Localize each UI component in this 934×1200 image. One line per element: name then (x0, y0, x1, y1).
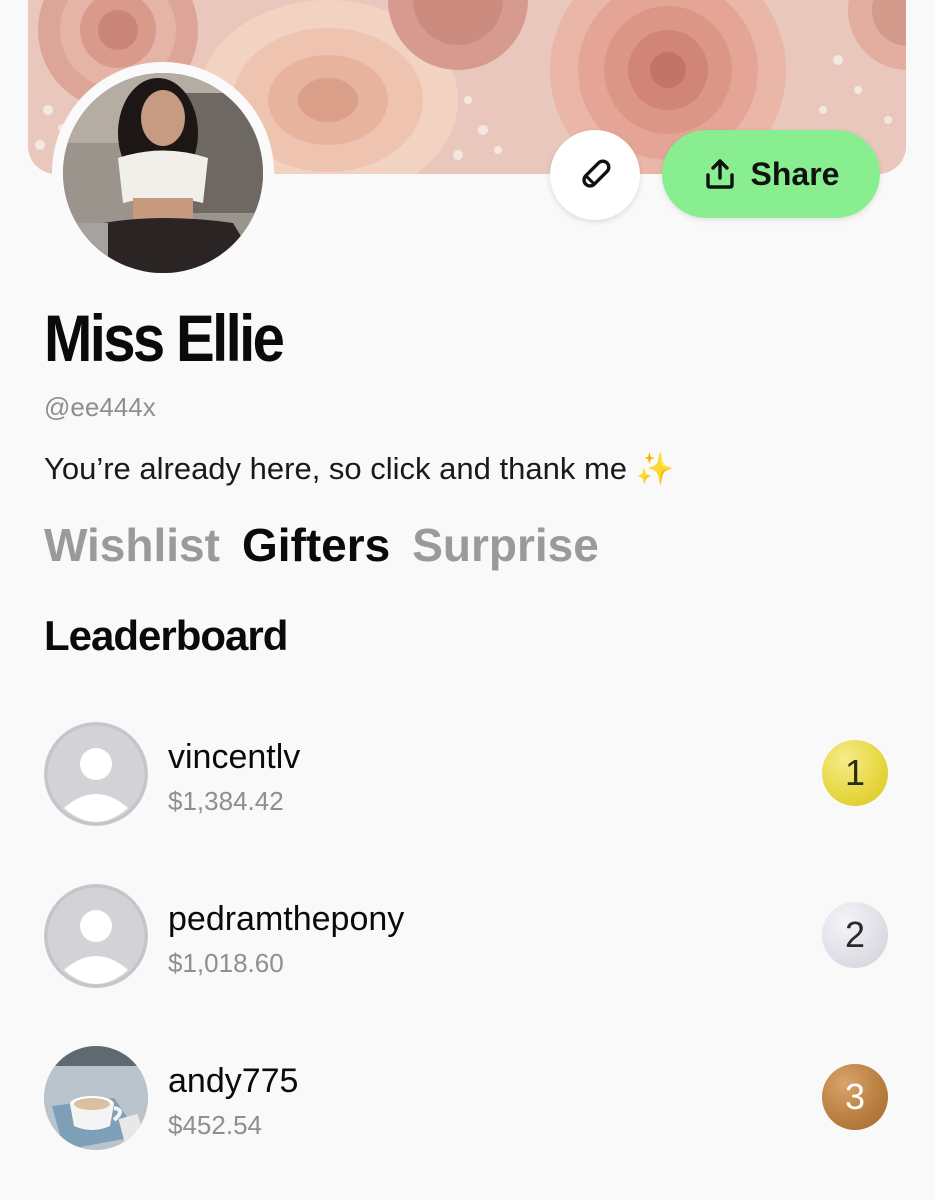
sparkles-icon: ✨ (635, 451, 675, 486)
leaderboard-row[interactable]: vincentlv $1,384.42 1 (44, 722, 888, 828)
share-button[interactable]: Share (662, 130, 880, 218)
leaderboard-title: Leaderboard (44, 612, 288, 659)
avatar (44, 1046, 148, 1150)
rank-badge-silver: 2 (822, 902, 888, 968)
profile-photo (63, 73, 263, 273)
avatar (44, 884, 148, 988)
leaderboard-row[interactable]: pedramthepony $1,018.60 2 (44, 884, 888, 990)
profile-tabs: Wishlist Gifters Surprise (44, 518, 599, 572)
tab-wishlist[interactable]: Wishlist (44, 518, 220, 572)
tab-gifters[interactable]: Gifters (242, 518, 390, 572)
share-upload-icon (705, 159, 734, 189)
leaderboard-row[interactable]: andy775 $452.54 3 (44, 1046, 888, 1152)
profile-bio-text: You’re already here, so click and thank … (44, 451, 628, 486)
coffee-cup-photo (44, 1046, 148, 1150)
rank-badge-bronze: 3 (822, 1064, 888, 1130)
profile-handle: @ee444x (44, 392, 156, 422)
default-person-icon (44, 884, 148, 988)
gifter-amount: $452.54 (168, 1110, 262, 1140)
avatar (44, 722, 148, 826)
edit-profile-button[interactable] (550, 130, 640, 220)
profile-name: Miss Ellie (44, 301, 285, 375)
tab-surprise[interactable]: Surprise (412, 518, 599, 572)
gifter-amount: $1,384.42 (168, 786, 284, 816)
gifter-username: pedramthepony (168, 900, 405, 938)
profile-avatar[interactable] (52, 62, 274, 284)
gifter-amount: $1,018.60 (168, 948, 284, 978)
gifter-username: andy775 (168, 1062, 299, 1100)
share-button-label: Share (750, 155, 840, 192)
profile-bio: You’re already here, so click and thank … (44, 450, 674, 487)
gifter-username: vincentlv (168, 738, 301, 776)
pencil-icon (582, 159, 611, 188)
rank-badge-gold: 1 (822, 740, 888, 806)
default-person-icon (44, 722, 148, 826)
